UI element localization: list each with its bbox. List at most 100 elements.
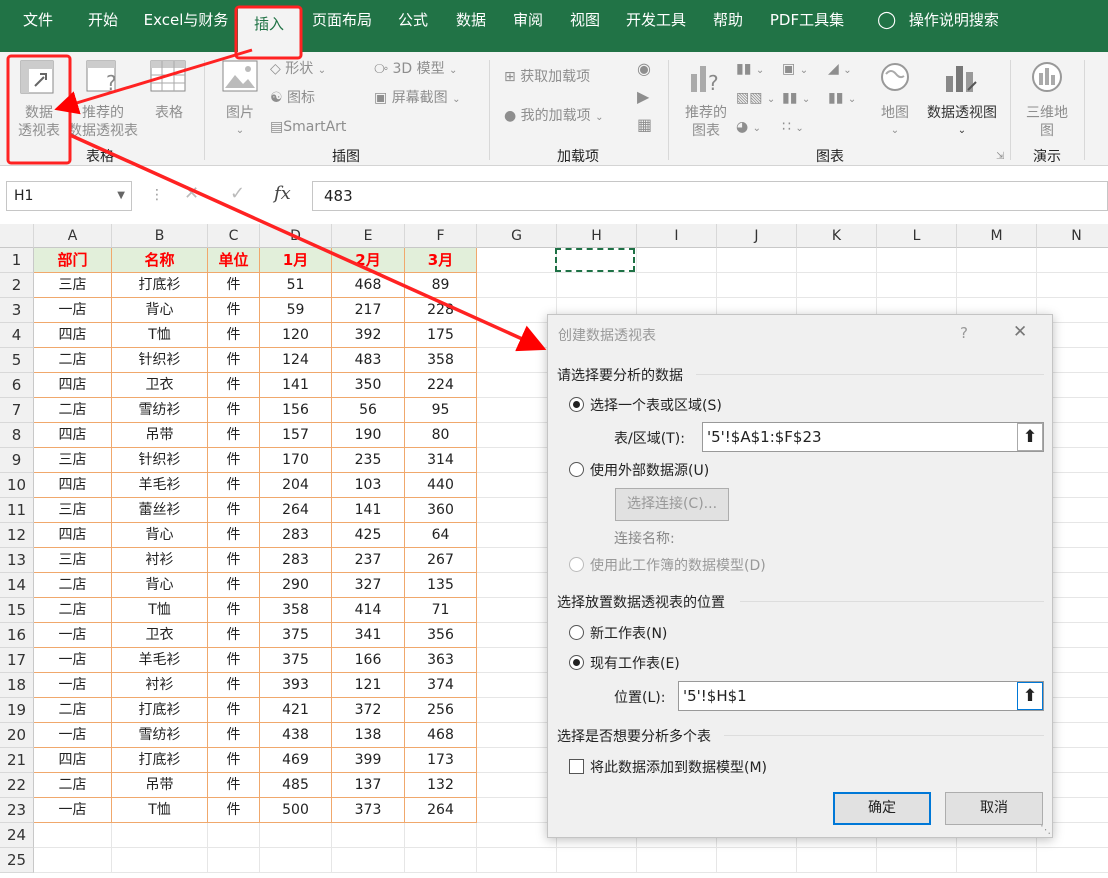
resize-grip-icon[interactable]: ⋱ bbox=[1040, 823, 1051, 836]
table-cell[interactable]: 羊毛衫 bbox=[112, 648, 208, 673]
table-cell[interactable]: 吊带 bbox=[112, 423, 208, 448]
table-cell[interactable]: 170 bbox=[260, 448, 332, 473]
tab-page-layout[interactable]: 页面布局 bbox=[302, 8, 382, 52]
empty-cell[interactable] bbox=[877, 848, 957, 873]
row-header[interactable]: 1 bbox=[0, 248, 34, 273]
column-header[interactable]: J bbox=[717, 224, 797, 248]
row-header[interactable]: 23 bbox=[0, 798, 34, 823]
table-cell[interactable]: 三店 bbox=[34, 498, 112, 523]
table-cell[interactable]: T恤 bbox=[112, 798, 208, 823]
row-header[interactable]: 18 bbox=[0, 673, 34, 698]
table-cell[interactable]: 350 bbox=[332, 373, 405, 398]
table-cell[interactable]: 157 bbox=[260, 423, 332, 448]
table-cell[interactable]: 95 bbox=[405, 398, 477, 423]
table-cell[interactable]: 件 bbox=[208, 773, 260, 798]
table-cell[interactable]: 64 bbox=[405, 523, 477, 548]
row-header[interactable]: 15 bbox=[0, 598, 34, 623]
column-chart-icon[interactable]: ▮▮ ⌄ bbox=[736, 60, 764, 80]
table-cell[interactable]: 264 bbox=[260, 498, 332, 523]
empty-cell[interactable] bbox=[877, 273, 957, 298]
table-cell[interactable]: 件 bbox=[208, 498, 260, 523]
empty-cell[interactable] bbox=[477, 723, 557, 748]
table-cell[interactable]: 件 bbox=[208, 723, 260, 748]
table-cell[interactable]: 438 bbox=[260, 723, 332, 748]
table-cell[interactable]: 件 bbox=[208, 698, 260, 723]
table-cell[interactable]: 件 bbox=[208, 598, 260, 623]
empty-cell[interactable] bbox=[405, 848, 477, 873]
range-collapse-button[interactable]: ⬆ bbox=[1017, 423, 1043, 451]
table-cell[interactable]: 375 bbox=[260, 648, 332, 673]
empty-cell[interactable] bbox=[34, 848, 112, 873]
row-header[interactable]: 22 bbox=[0, 773, 34, 798]
maps-button[interactable]: 地图 ⌄ bbox=[870, 56, 920, 138]
table-cell[interactable]: 393 bbox=[260, 673, 332, 698]
table-cell[interactable]: 468 bbox=[405, 723, 477, 748]
table-cell[interactable]: 363 bbox=[405, 648, 477, 673]
table-cell[interactable]: 228 bbox=[405, 298, 477, 323]
table-cell[interactable]: 256 bbox=[405, 698, 477, 723]
empty-cell[interactable] bbox=[477, 823, 557, 848]
statistic-chart-icon[interactable]: ▮▮ ⌄ bbox=[782, 89, 810, 109]
table-cell[interactable]: 264 bbox=[405, 798, 477, 823]
row-header[interactable]: 16 bbox=[0, 623, 34, 648]
recommended-pivot-button[interactable]: ? 推荐的 数据透视表 bbox=[64, 56, 142, 139]
selected-cell-h1[interactable] bbox=[555, 248, 635, 272]
empty-cell[interactable] bbox=[1037, 248, 1108, 273]
shapes-button[interactable]: ◇ 形状 ⌄ bbox=[270, 60, 326, 80]
table-cell[interactable]: 124 bbox=[260, 348, 332, 373]
empty-cell[interactable] bbox=[1037, 848, 1108, 873]
table-header-cell[interactable]: 3月 bbox=[405, 248, 477, 273]
empty-cell[interactable] bbox=[405, 823, 477, 848]
empty-cell[interactable] bbox=[477, 398, 557, 423]
screenshot-button[interactable]: ▣ 屏幕截图 ⌄ bbox=[374, 89, 461, 109]
empty-cell[interactable] bbox=[477, 623, 557, 648]
table-cell[interactable]: 件 bbox=[208, 398, 260, 423]
column-header[interactable]: G bbox=[477, 224, 557, 248]
table-cell[interactable]: 358 bbox=[260, 598, 332, 623]
table-cell[interactable]: 针织衫 bbox=[112, 448, 208, 473]
people-graph-icon[interactable]: ▶ bbox=[637, 88, 649, 106]
table-cell[interactable]: 224 bbox=[405, 373, 477, 398]
table-cell[interactable]: 235 bbox=[332, 448, 405, 473]
table-cell[interactable]: 件 bbox=[208, 798, 260, 823]
line-chart-icon[interactable]: ◢ ⌄ bbox=[828, 60, 852, 80]
table-cell[interactable]: 二店 bbox=[34, 573, 112, 598]
table-header-cell[interactable]: 部门 bbox=[34, 248, 112, 273]
table-cell[interactable]: 针织衫 bbox=[112, 348, 208, 373]
table-cell[interactable]: 483 bbox=[332, 348, 405, 373]
table-cell[interactable]: 283 bbox=[260, 548, 332, 573]
tab-help[interactable]: 帮助 bbox=[704, 8, 752, 52]
row-header[interactable]: 25 bbox=[0, 848, 34, 873]
3d-models-button[interactable]: ⧂ 3D 模型 ⌄ bbox=[374, 60, 457, 80]
table-cell[interactable]: 件 bbox=[208, 373, 260, 398]
column-header[interactable]: H bbox=[557, 224, 637, 248]
table-cell[interactable]: 打底衫 bbox=[112, 698, 208, 723]
empty-cell[interactable] bbox=[637, 273, 717, 298]
table-cell[interactable]: 374 bbox=[405, 673, 477, 698]
table-cell[interactable]: 四店 bbox=[34, 423, 112, 448]
column-header[interactable]: A bbox=[34, 224, 112, 248]
empty-cell[interactable] bbox=[557, 848, 637, 873]
table-cell[interactable]: 204 bbox=[260, 473, 332, 498]
3d-map-button[interactable]: 三维地 图 bbox=[1016, 56, 1078, 139]
insert-function-button[interactable]: fx bbox=[274, 183, 291, 204]
choose-connection-button[interactable]: 选择连接(C)... bbox=[615, 488, 729, 521]
scatter-chart-icon[interactable]: ∷ ⌄ bbox=[782, 118, 804, 138]
table-cell[interactable]: 一店 bbox=[34, 623, 112, 648]
empty-cell[interactable] bbox=[477, 573, 557, 598]
table-cell[interactable]: 件 bbox=[208, 448, 260, 473]
table-cell[interactable]: T恤 bbox=[112, 323, 208, 348]
range-input[interactable]: '5'!$A$1:$F$23 bbox=[702, 422, 1044, 452]
pie-chart-icon[interactable]: ◕ ⌄ bbox=[736, 118, 761, 138]
empty-cell[interactable] bbox=[477, 348, 557, 373]
bing-maps-icon[interactable]: ◉ bbox=[637, 60, 651, 78]
select-all-corner[interactable] bbox=[0, 224, 34, 248]
row-header[interactable]: 12 bbox=[0, 523, 34, 548]
empty-cell[interactable] bbox=[1037, 273, 1108, 298]
table-cell[interactable]: 件 bbox=[208, 573, 260, 598]
row-header[interactable]: 9 bbox=[0, 448, 34, 473]
row-header[interactable]: 6 bbox=[0, 373, 34, 398]
row-header[interactable]: 10 bbox=[0, 473, 34, 498]
empty-cell[interactable] bbox=[260, 848, 332, 873]
empty-cell[interactable] bbox=[717, 248, 797, 273]
